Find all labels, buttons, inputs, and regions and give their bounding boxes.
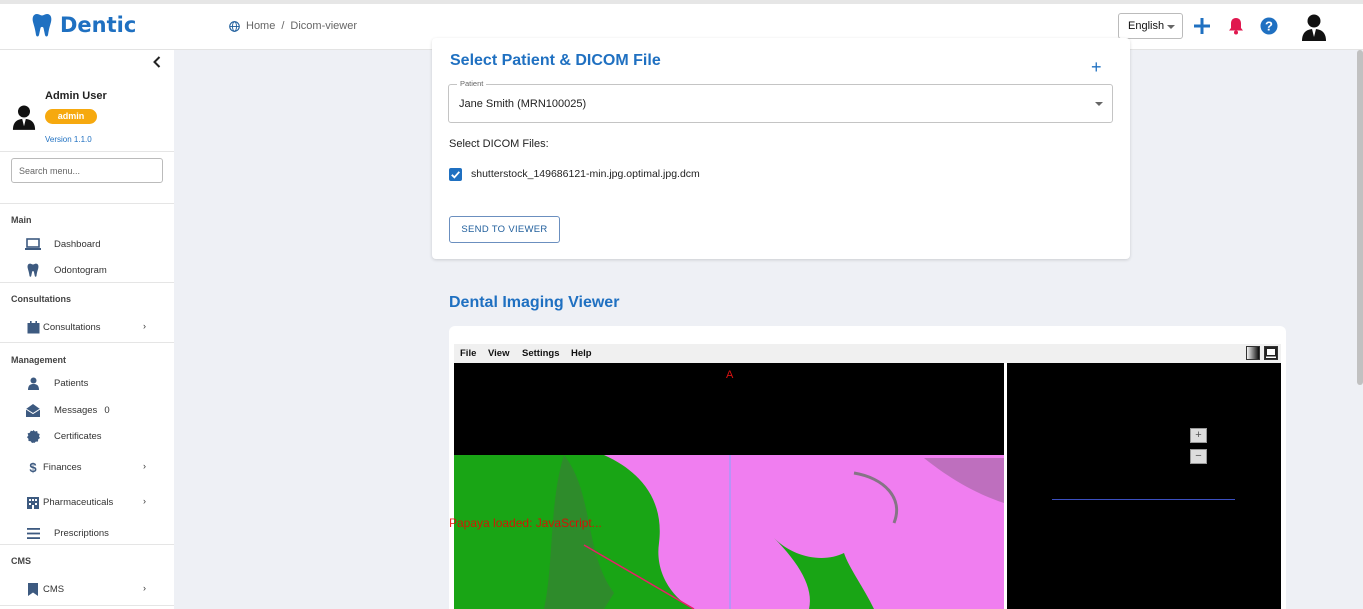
divider bbox=[0, 342, 174, 343]
viewer-menu-settings[interactable]: Settings bbox=[522, 348, 559, 359]
divider bbox=[0, 605, 174, 606]
tooth-icon bbox=[32, 14, 52, 37]
sidebar-item-pharmaceuticals[interactable]: Pharmaceuticals › bbox=[24, 494, 164, 510]
send-to-viewer-button[interactable]: SEND TO VIEWER bbox=[449, 216, 560, 243]
sidebar-item-label: Certificates bbox=[54, 430, 102, 442]
calendar-icon bbox=[24, 320, 42, 334]
contrast-icon[interactable] bbox=[1246, 346, 1260, 360]
breadcrumb-current: Dicom-viewer bbox=[290, 20, 358, 32]
language-select[interactable]: English bbox=[1118, 13, 1183, 39]
divider bbox=[0, 151, 174, 152]
help-icon[interactable]: ? bbox=[1260, 17, 1278, 35]
section-management: Management bbox=[11, 355, 67, 365]
sidebar-item-label: CMS bbox=[43, 583, 65, 595]
zoom-in-button[interactable]: + bbox=[1190, 428, 1207, 443]
language-value: English bbox=[1128, 20, 1165, 32]
envelope-open-icon bbox=[24, 403, 42, 417]
app-logo[interactable]: Dentic bbox=[32, 13, 136, 37]
sidebar-item-label: Consultations bbox=[43, 321, 101, 333]
chevron-down-icon bbox=[1167, 25, 1175, 29]
person-icon bbox=[24, 377, 42, 390]
chevron-right-icon: › bbox=[143, 496, 146, 506]
app-name: Dentic bbox=[60, 13, 137, 37]
section-consultations: Consultations bbox=[11, 294, 71, 304]
dicom-files-label: Select DICOM Files: bbox=[449, 138, 549, 150]
certificate-icon bbox=[24, 429, 42, 443]
sidebar: Admin User admin Version 1.1.0 Search me… bbox=[0, 50, 174, 609]
list-icon bbox=[24, 527, 42, 539]
section-cms: CMS bbox=[11, 556, 31, 566]
sidebar-item-consultations[interactable]: Consultations › bbox=[24, 319, 164, 335]
bookmark-icon bbox=[24, 582, 42, 596]
dicom-image bbox=[454, 455, 1004, 609]
sidebar-item-label: Dashboard bbox=[54, 238, 101, 250]
add-icon[interactable] bbox=[1193, 17, 1211, 35]
breadcrumb: Home / Dicom-viewer bbox=[229, 20, 357, 32]
chevron-left-icon[interactable] bbox=[150, 55, 164, 69]
sidebar-item-dashboard[interactable]: Dashboard bbox=[24, 236, 164, 252]
chevron-right-icon: › bbox=[143, 583, 146, 593]
sidebar-item-odontogram[interactable]: Odontogram bbox=[24, 262, 164, 278]
dicom-side-view[interactable]: + − bbox=[1007, 363, 1281, 609]
messages-count: 0 bbox=[104, 404, 110, 416]
sidebar-item-label: Odontogram bbox=[54, 264, 107, 276]
patient-label: Patient bbox=[457, 79, 487, 88]
viewer-menu-help[interactable]: Help bbox=[571, 348, 592, 359]
dollar-icon: $ bbox=[29, 459, 37, 475]
sidebar-item-label: Finances bbox=[43, 461, 82, 473]
check-icon bbox=[451, 171, 460, 179]
breadcrumb-separator: / bbox=[281, 20, 285, 32]
fullscreen-icon[interactable] bbox=[1264, 346, 1278, 360]
patient-select[interactable]: Patient Jane Smith (MRN100025) bbox=[448, 79, 1113, 123]
globe-icon bbox=[229, 20, 240, 32]
sidebar-item-label: Messages bbox=[54, 404, 98, 416]
breadcrumb-home[interactable]: Home bbox=[246, 20, 275, 32]
user-avatar-icon[interactable] bbox=[1301, 13, 1327, 41]
divider bbox=[0, 282, 174, 283]
select-patient-card: Select Patient & DICOM File + Patient Ja… bbox=[432, 38, 1130, 259]
laptop-icon bbox=[24, 238, 42, 250]
hospital-building-icon bbox=[24, 496, 42, 509]
sidebar-item-label: Prescriptions bbox=[54, 527, 109, 539]
chevron-down-icon bbox=[1095, 102, 1103, 106]
sidebar-item-cms[interactable]: CMS › bbox=[24, 581, 164, 597]
viewer-menubar: File View Settings Help bbox=[454, 344, 1281, 363]
section-main: Main bbox=[11, 215, 32, 225]
sidebar-item-finances[interactable]: $ Finances › bbox=[24, 459, 164, 475]
sidebar-item-label: Patients bbox=[54, 377, 89, 389]
slice-indicator-line bbox=[1052, 499, 1235, 500]
search-menu-input[interactable]: Search menu... bbox=[11, 158, 163, 183]
viewer-status-overlay: Papaya loaded: JavaScript... bbox=[449, 516, 602, 530]
viewer-menu-view[interactable]: View bbox=[488, 348, 509, 359]
svg-text:?: ? bbox=[1265, 19, 1273, 34]
role-badge: admin bbox=[45, 109, 97, 124]
orientation-label: A bbox=[726, 369, 734, 381]
patient-value: Jane Smith (MRN100025) bbox=[459, 98, 587, 110]
chevron-right-icon: › bbox=[143, 321, 146, 331]
viewer-toolbar-icons bbox=[1246, 346, 1278, 360]
divider bbox=[0, 203, 174, 204]
dicom-main-view[interactable]: A bbox=[454, 363, 1004, 609]
sidebar-item-certificates[interactable]: Certificates bbox=[24, 428, 164, 444]
sidebar-item-messages[interactable]: Messages 0 bbox=[24, 402, 164, 418]
dicom-file-name: shutterstock_149686121-min.jpg.optimal.j… bbox=[471, 168, 700, 180]
sidebar-item-patients[interactable]: Patients bbox=[24, 375, 164, 391]
dicom-file-checkbox[interactable] bbox=[449, 168, 462, 181]
zoom-out-button[interactable]: − bbox=[1190, 449, 1207, 464]
chevron-right-icon: › bbox=[143, 461, 146, 471]
add-icon[interactable]: + bbox=[1091, 58, 1102, 76]
bell-icon[interactable] bbox=[1227, 16, 1245, 35]
viewer-title: Dental Imaging Viewer bbox=[449, 294, 620, 311]
sidebar-item-prescriptions[interactable]: Prescriptions bbox=[24, 525, 164, 541]
user-name: Admin User bbox=[45, 90, 107, 102]
card-title: Select Patient & DICOM File bbox=[450, 52, 661, 69]
page-scrollbar[interactable] bbox=[1357, 50, 1363, 385]
user-avatar-icon bbox=[12, 105, 36, 130]
app-version: Version 1.1.0 bbox=[45, 135, 92, 144]
tooth-icon bbox=[24, 263, 42, 277]
divider bbox=[0, 544, 174, 545]
sidebar-item-label: Pharmaceuticals bbox=[43, 496, 114, 508]
viewer-menu-file[interactable]: File bbox=[460, 348, 476, 359]
